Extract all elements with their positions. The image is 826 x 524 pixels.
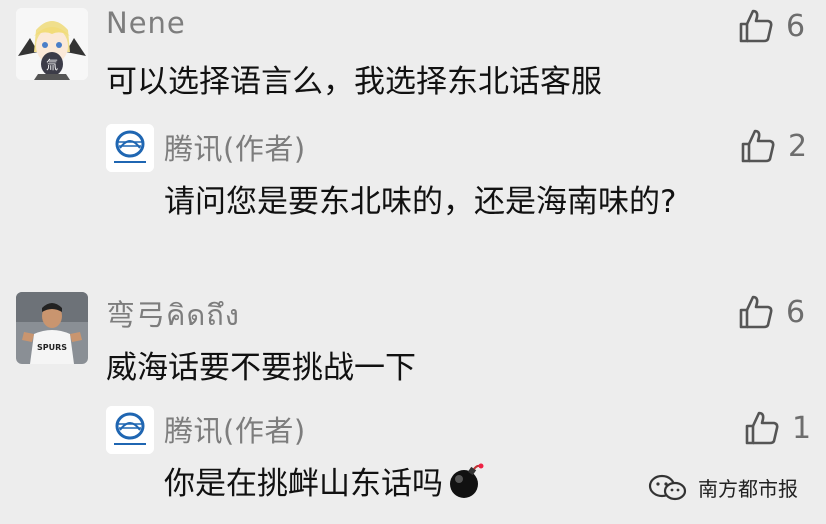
tencent-logo	[106, 406, 154, 454]
thumbs-up-icon	[745, 411, 779, 445]
like-button[interactable]: 6	[738, 6, 805, 46]
thumbs-up-icon	[739, 9, 773, 43]
watermark-text: 南方都市报	[698, 476, 798, 501]
watermark: 南方都市报	[646, 472, 798, 502]
like-count: 2	[788, 128, 808, 164]
wechat-channel-icon	[648, 474, 687, 501]
thumbs-up-icon	[741, 129, 775, 163]
like-count: 1	[792, 410, 812, 446]
author-reply: 腾讯(作者) 2 请问您是要东北味的，还是海南味的?	[106, 124, 826, 244]
comment-username[interactable]: 弯弓คิดถึง	[106, 292, 240, 338]
like-button[interactable]: 1	[744, 408, 811, 448]
reply-text: 请问您是要东北味的，还是海南味的?	[164, 184, 677, 220]
svg-text:氚: 氚	[46, 58, 58, 72]
like-button[interactable]: 6	[738, 292, 805, 332]
like-count: 6	[786, 294, 806, 330]
tencent-logo	[106, 124, 154, 172]
comment-item: 氚 Nene 6 可以选择语言么，我选择东北话客服 腾讯(作者) 2 请问您是要…	[0, 0, 826, 262]
comment-text: 可以选择语言么，我选择东北话客服	[106, 64, 602, 100]
avatar[interactable]: 氚	[16, 8, 88, 80]
comment-username[interactable]: Nene	[106, 6, 186, 40]
reply-text: 你是在挑衅山东话吗	[164, 458, 485, 503]
reply-text-content: 你是在挑衅山东话吗	[164, 466, 443, 502]
avatar[interactable]: SPURS	[16, 292, 88, 364]
like-button[interactable]: 2	[740, 126, 807, 166]
thumbs-up-icon	[739, 295, 773, 329]
svg-text:SPURS: SPURS	[37, 343, 67, 352]
reply-username[interactable]: 腾讯(作者)	[164, 126, 306, 168]
bomb-emoji-icon	[450, 463, 484, 498]
like-count: 6	[786, 8, 806, 44]
reply-username[interactable]: 腾讯(作者)	[164, 408, 306, 450]
comment-text: 威海话要不要挑战一下	[106, 350, 416, 386]
